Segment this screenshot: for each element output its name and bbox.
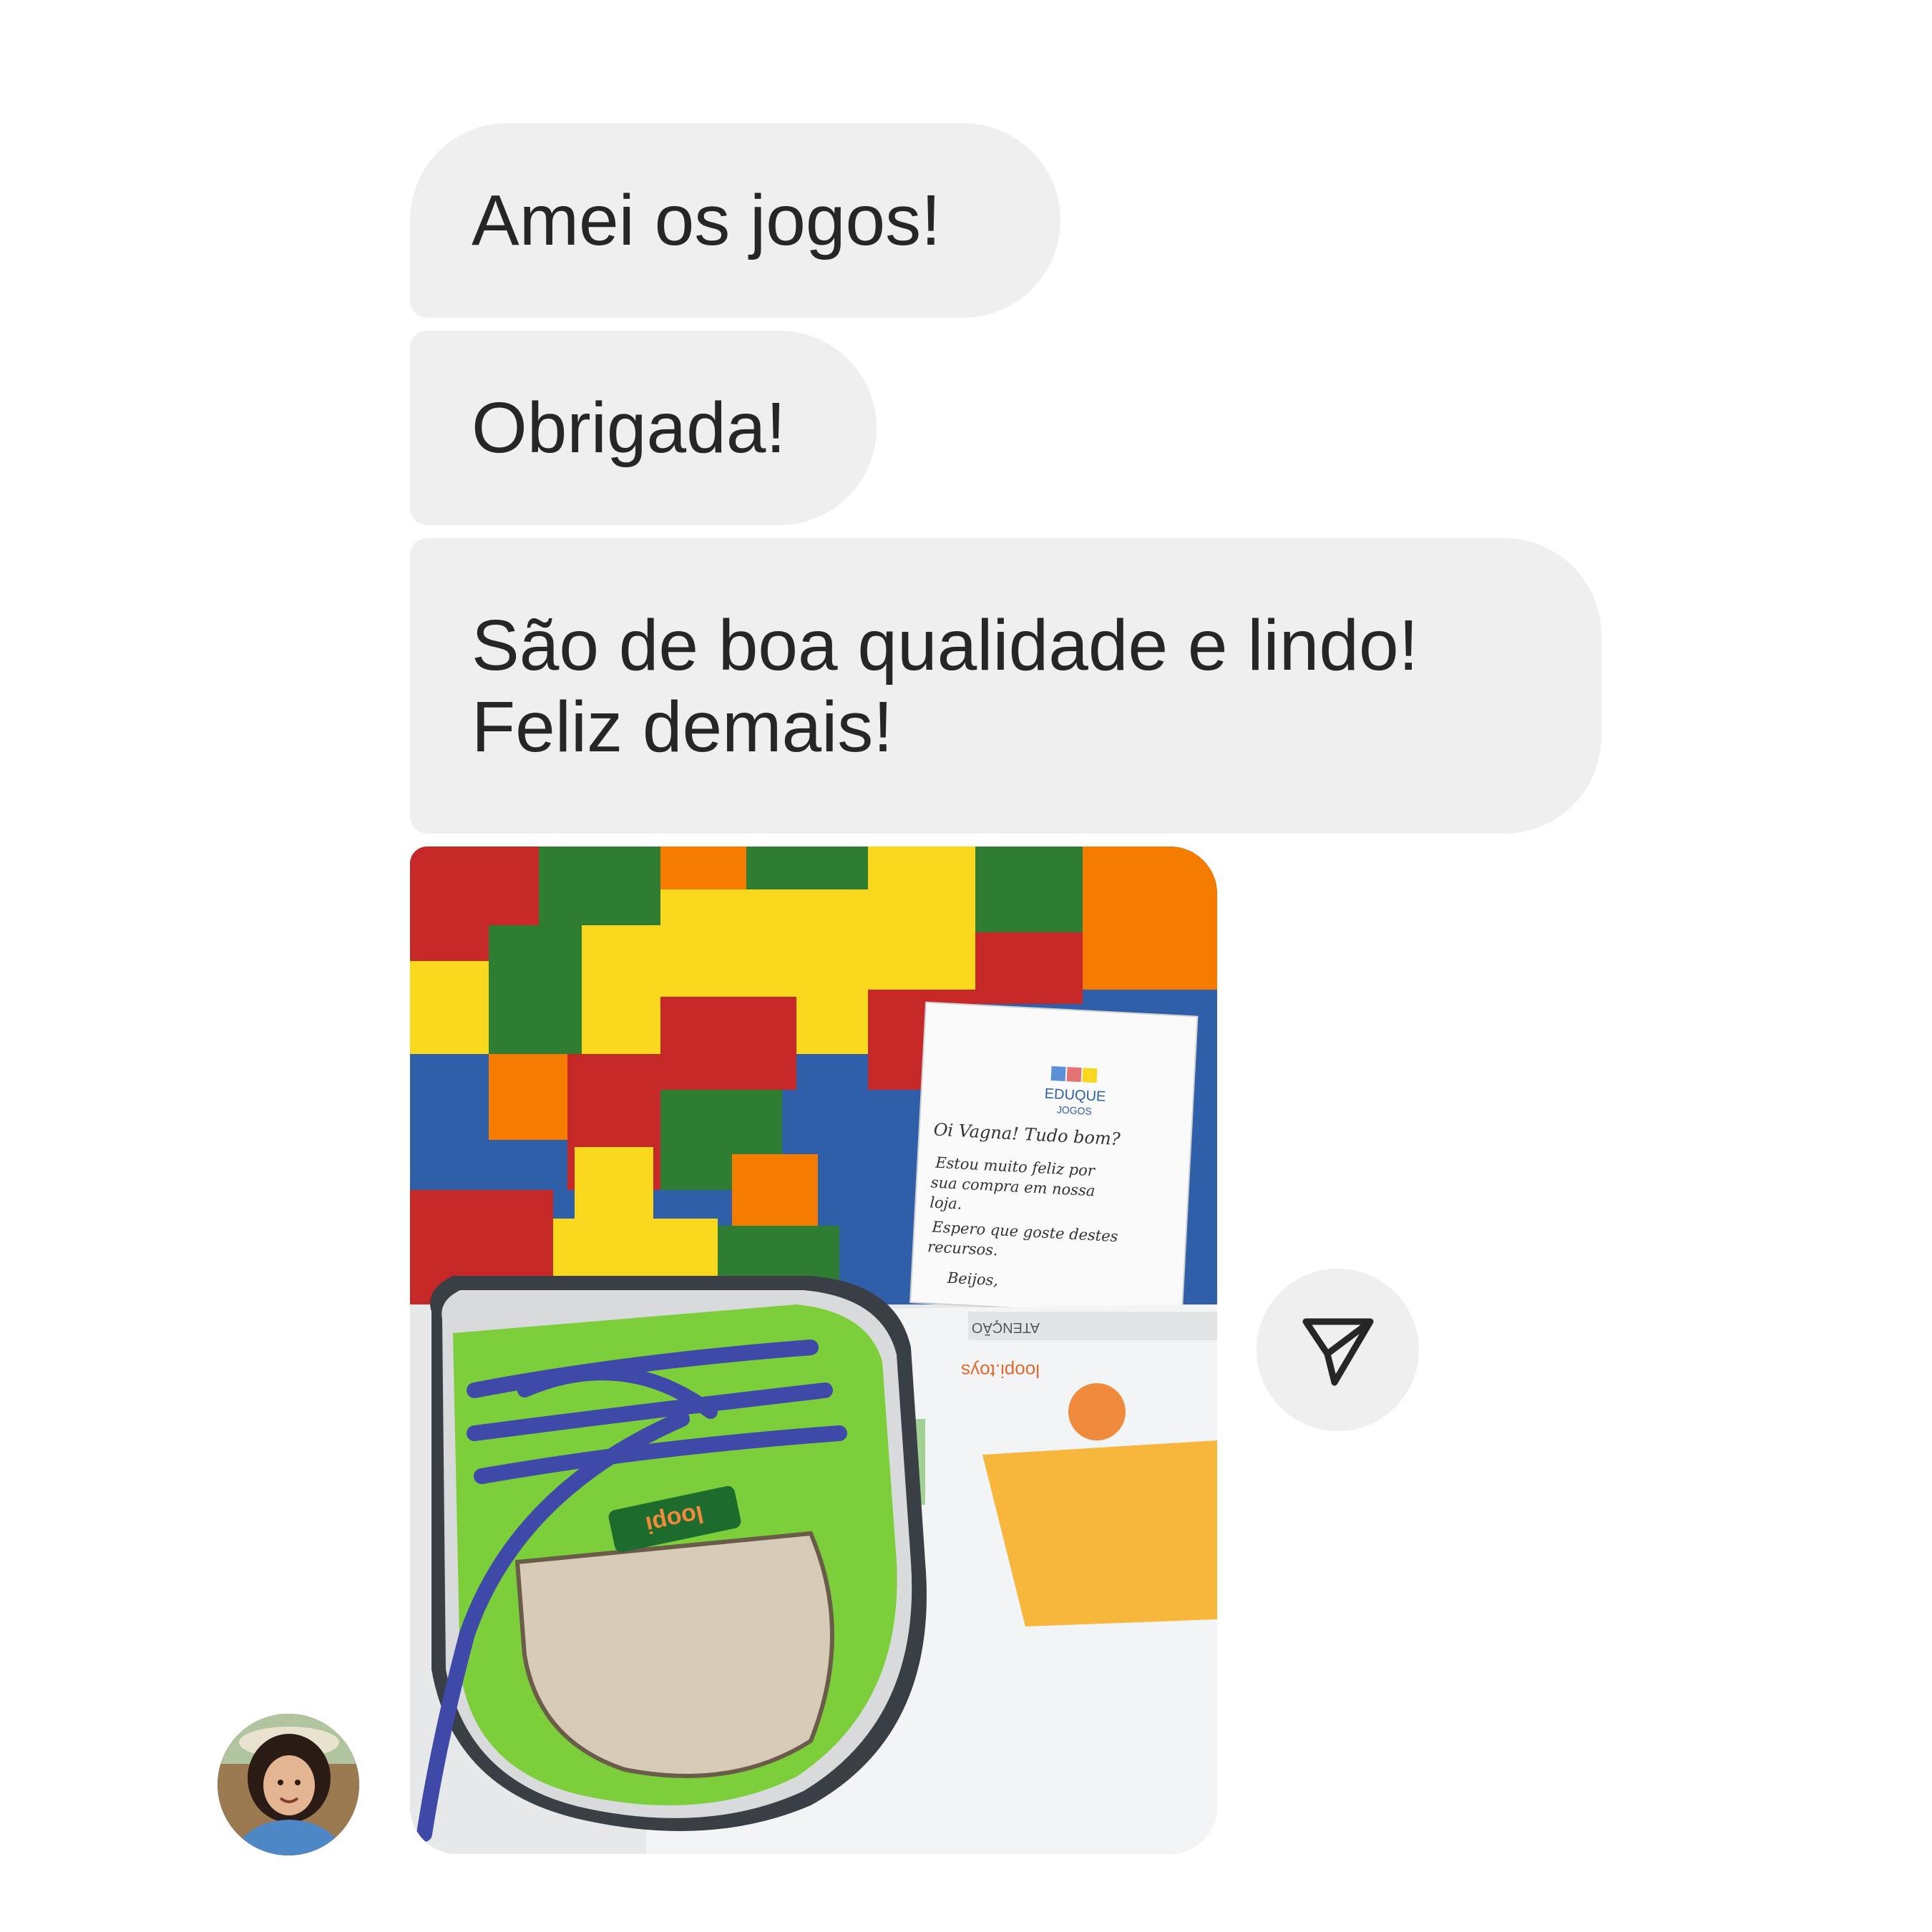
message-bubble[interactable]: Amei os jogos! — [410, 123, 1060, 318]
user-avatar — [218, 1714, 359, 1855]
svg-text:ATENÇÃO: ATENÇÃO — [972, 1319, 1040, 1337]
chat-thread: Amei os jogos! Obrigada! São de boa qual… — [0, 0, 1932, 1932]
avatar[interactable] — [218, 1714, 359, 1855]
svg-text:JOGOS: JOGOS — [1057, 1103, 1093, 1117]
message-text: São de boa qualidade e lindo! Feliz dema… — [472, 605, 1419, 767]
shoe-lacing-toy: loopi — [416, 1276, 927, 1842]
handwritten-note: EDUQUE JOGOS Oi Vagna! Tudo bom? Estou m… — [909, 1001, 1199, 1318]
message-text: Amei os jogos! — [472, 180, 941, 260]
photo-message[interactable]: EDUQUE JOGOS Oi Vagna! Tudo bom? Estou m… — [410, 847, 1217, 1854]
message-bubble[interactable]: São de boa qualidade e lindo! Feliz dema… — [410, 538, 1601, 834]
svg-text:EDUQUE: EDUQUE — [1044, 1086, 1106, 1105]
svg-text:Beijos,: Beijos, — [946, 1269, 998, 1289]
svg-text:loja.: loja. — [930, 1194, 962, 1212]
send-paper-plane-icon — [1302, 1318, 1373, 1385]
share-button[interactable] — [1257, 1269, 1419, 1431]
photo-image: EDUQUE JOGOS Oi Vagna! Tudo bom? Estou m… — [410, 847, 1217, 1854]
svg-text:loopi.toys: loopi.toys — [961, 1360, 1040, 1382]
message-bubble[interactable]: Obrigada! — [410, 331, 877, 525]
message-text: Obrigada! — [472, 388, 786, 468]
